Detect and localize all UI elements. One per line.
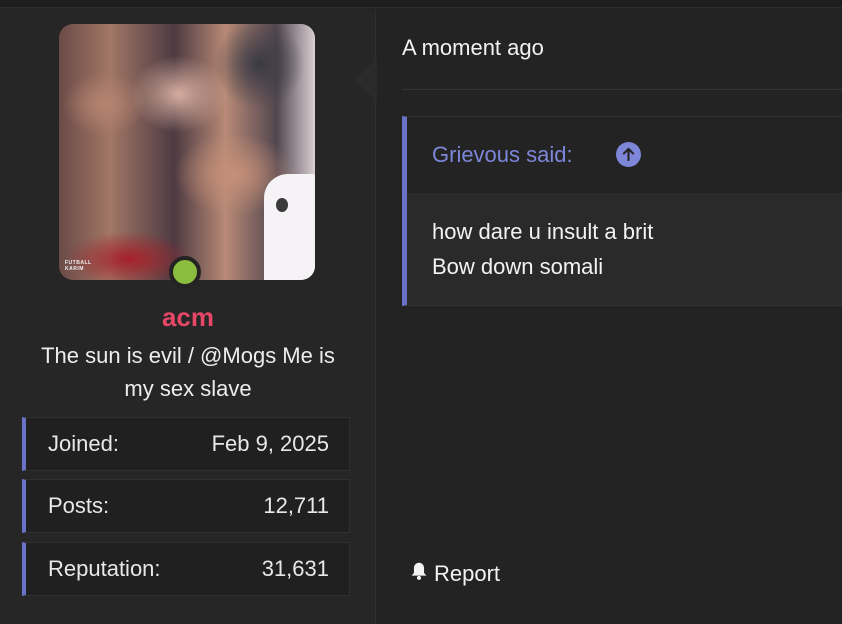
online-status-indicator: [169, 256, 201, 288]
avatar-watermark: FUTBALL KARIM: [65, 260, 92, 272]
stat-value: 31,631: [261, 556, 329, 581]
quote-block: Grievous said: how dare u insult a brit …: [402, 116, 842, 306]
quote-author: Grievous said:: [432, 142, 573, 167]
message-pointer-arrow: [355, 58, 377, 102]
avatar-jersey-shape: [264, 174, 315, 280]
message-content-area: [377, 9, 842, 624]
stat-reputation: Reputation: 31,631: [22, 542, 350, 596]
top-border: [0, 0, 842, 8]
quote-body: how dare u insult a brit Bow down somali: [432, 214, 653, 284]
quote-line: how dare u insult a brit: [432, 219, 654, 244]
bell-icon: [408, 560, 430, 588]
user-title: The sun is evil / @Mogs Me is my sex sla…: [20, 339, 356, 405]
quote-header: Grievous said:: [407, 117, 842, 193]
stat-joined: Joined: Feb 9, 2025: [22, 417, 350, 471]
user-title-line-2: my sex slave: [124, 376, 252, 401]
stat-label: Posts:: [48, 493, 110, 518]
stat-value[interactable]: 12,711: [263, 480, 329, 532]
post-header-divider: [402, 89, 842, 90]
report-button[interactable]: Report: [408, 558, 500, 590]
stat-label: Reputation:: [48, 556, 161, 581]
user-avatar[interactable]: FUTBALL KARIM: [59, 24, 315, 280]
arrow-up-circle-icon[interactable]: [616, 142, 641, 167]
post-timestamp[interactable]: A moment ago: [402, 33, 544, 63]
stat-label: Joined:: [48, 431, 119, 456]
stat-posts: Posts: 12,711: [22, 479, 350, 533]
username-link[interactable]: acm: [0, 302, 376, 332]
user-title-line-1: The sun is evil / @Mogs Me is: [41, 343, 335, 368]
quote-line: Bow down somali: [432, 254, 604, 279]
stat-value: Feb 9, 2025: [211, 431, 329, 456]
report-label: Report: [434, 561, 501, 586]
